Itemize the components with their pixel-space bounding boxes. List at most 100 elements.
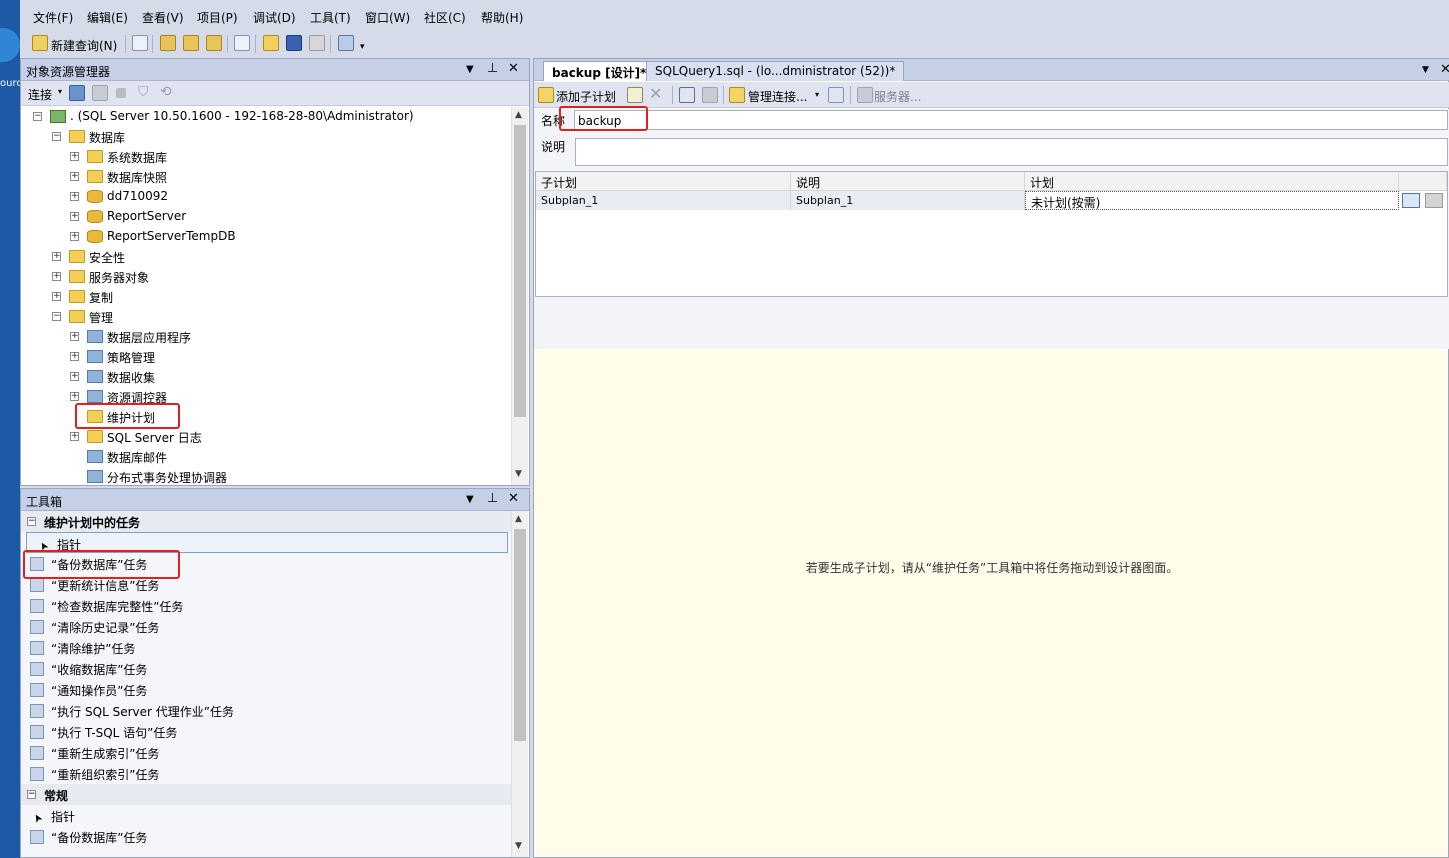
task-icon — [30, 704, 44, 718]
xmla-query-icon[interactable] — [234, 35, 250, 51]
menu-community[interactable]: 社区(C) — [424, 9, 466, 26]
remove-schedule-cell-icon[interactable] — [1425, 193, 1443, 208]
close-icon[interactable]: ✕ — [508, 61, 519, 76]
manage-connections-dropdown-icon[interactable]: ▾ — [815, 90, 819, 99]
pin-icon[interactable]: ⊥ — [487, 61, 498, 76]
open-file-icon[interactable] — [263, 35, 279, 51]
toolbox-group[interactable]: − 维护计划中的任务 — [21, 511, 511, 532]
column-subplan[interactable]: 子计划 — [536, 172, 791, 191]
description-field[interactable] — [575, 138, 1448, 166]
expand-icon[interactable]: + — [70, 232, 79, 241]
new-query-button[interactable]: 新建查询(N) — [51, 37, 117, 54]
scroll-thumb[interactable] — [514, 125, 526, 417]
object-explorer-toolbar: 连接 ▾ ⛉ ⟲ — [21, 81, 529, 106]
stop-icon[interactable] — [116, 88, 126, 98]
dmx-query-icon[interactable] — [206, 35, 222, 51]
menu-file[interactable]: 文件(F) — [33, 9, 73, 26]
tab-backup-design[interactable]: backup [设计]* — [543, 61, 656, 81]
manage-connections-button[interactable]: 管理连接... — [748, 88, 807, 105]
expand-icon[interactable]: + — [70, 332, 79, 341]
scroll-thumb[interactable] — [514, 529, 526, 741]
expand-icon[interactable]: + — [70, 372, 79, 381]
toolbox-item-label: “清除维护”任务 — [51, 642, 136, 656]
close-icon[interactable]: ✕ — [508, 491, 519, 506]
object-tree-scrollbar[interactable]: ▲ ▼ — [511, 107, 528, 485]
expand-icon[interactable]: + — [70, 152, 79, 161]
connect-icon[interactable] — [69, 85, 85, 101]
subplan-schedule-icon[interactable] — [679, 87, 695, 103]
expand-icon[interactable]: + — [70, 172, 79, 181]
activity-monitor-icon[interactable] — [338, 35, 354, 51]
menu-edit[interactable]: 编辑(E) — [87, 9, 128, 26]
toolbox-item[interactable]: “备份数据库”任务 — [21, 826, 511, 847]
column-schedule[interactable]: 计划 — [1025, 172, 1399, 191]
menu-view[interactable]: 查看(V) — [142, 9, 184, 26]
toolbox-item[interactable]: “收缩数据库”任务 — [21, 658, 511, 679]
menu-project[interactable]: 项目(P) — [197, 9, 238, 26]
scroll-down-icon[interactable]: ▼ — [515, 841, 522, 851]
toolbox-item[interactable]: ➤ 指针 — [21, 805, 511, 826]
cell-subplan-name[interactable]: Subplan_1 — [536, 191, 791, 210]
close-document-icon[interactable]: ✕ — [1440, 62, 1449, 77]
expand-icon[interactable]: + — [52, 272, 61, 281]
collapse-icon[interactable]: − — [52, 132, 61, 141]
scroll-up-icon[interactable]: ▲ — [515, 110, 522, 120]
expand-icon[interactable]: + — [52, 252, 61, 261]
pane-dropdown-icon[interactable]: ▼ — [466, 64, 474, 75]
pin-icon[interactable]: ⊥ — [487, 491, 498, 506]
toolbox-item[interactable]: “执行 T-SQL 语句”任务 — [21, 721, 511, 742]
save-icon[interactable] — [286, 35, 302, 51]
toolbar-overflow-icon[interactable]: ▾ — [360, 42, 365, 52]
subplan-properties-icon[interactable] — [627, 87, 643, 103]
reporting-logging-icon[interactable] — [828, 87, 844, 103]
expand-icon[interactable]: + — [70, 392, 79, 401]
collapse-icon[interactable]: − — [27, 517, 36, 526]
toolbox-item[interactable]: “检查数据库完整性”任务 — [21, 595, 511, 616]
menu-tools[interactable]: 工具(T) — [310, 9, 351, 26]
cell-subplan-description[interactable]: Subplan_1 — [791, 191, 1025, 210]
tab-list-dropdown-icon[interactable]: ▼ — [1422, 65, 1429, 75]
new-file-icon[interactable] — [132, 35, 148, 51]
database-query-icon[interactable] — [160, 35, 176, 51]
toolbox-item[interactable]: “重新生成索引”任务 — [21, 742, 511, 763]
toolbox-group[interactable]: − 常规 — [21, 784, 511, 805]
connect-dropdown-icon[interactable]: ▾ — [58, 87, 62, 96]
disconnect-icon[interactable] — [92, 85, 108, 101]
menu-help[interactable]: 帮助(H) — [481, 9, 523, 26]
scroll-down-icon[interactable]: ▼ — [515, 469, 522, 479]
expand-icon[interactable]: + — [70, 212, 79, 221]
add-subplan-button[interactable]: 添加子计划 — [556, 88, 616, 105]
tab-sqlquery1[interactable]: SQLQuery1.sql - (lo...dministrator (52))… — [646, 61, 905, 81]
column-description[interactable]: 说明 — [791, 172, 1025, 191]
connect-button[interactable]: 连接 — [28, 86, 52, 103]
expand-icon[interactable]: + — [70, 192, 79, 201]
mdx-query-icon[interactable] — [183, 35, 199, 51]
toolbox-item[interactable]: “执行 SQL Server 代理作业”任务 — [21, 700, 511, 721]
expand-icon[interactable]: + — [70, 352, 79, 361]
toolbox-scrollbar[interactable]: ▲ ▼ — [511, 511, 528, 857]
menu-debug[interactable]: 调试(D) — [253, 9, 296, 26]
toolbox-item[interactable]: “清除维护”任务 — [21, 637, 511, 658]
menu-window[interactable]: 窗口(W) — [365, 9, 410, 26]
collapse-icon[interactable]: − — [52, 312, 61, 321]
highlight-backup-task — [23, 550, 180, 579]
pane-dropdown-icon[interactable]: ▼ — [466, 494, 474, 505]
collapse-icon[interactable]: − — [27, 790, 36, 799]
refresh-icon[interactable]: ⟲ — [160, 84, 172, 100]
remove-schedule-icon[interactable] — [702, 87, 718, 103]
toolbox-item[interactable]: “清除历史记录”任务 — [21, 616, 511, 637]
print-icon[interactable] — [309, 35, 325, 51]
toolbox-item[interactable]: “重新组织索引”任务 — [21, 763, 511, 784]
expand-icon[interactable]: + — [70, 432, 79, 441]
calendar-icon[interactable] — [1402, 193, 1420, 208]
filter-icon[interactable]: ⛉ — [138, 84, 149, 100]
servers-button[interactable]: 服务器... — [874, 88, 921, 105]
expand-icon[interactable]: + — [52, 292, 61, 301]
cell-subplan-schedule[interactable]: 未计划(按需) — [1025, 191, 1399, 210]
delete-subplan-icon[interactable]: ✕ — [649, 84, 662, 103]
name-field[interactable]: backup — [574, 110, 1448, 130]
gear-icon — [87, 390, 103, 403]
collapse-icon[interactable]: − — [33, 112, 42, 121]
scroll-up-icon[interactable]: ▲ — [515, 514, 522, 524]
toolbox-item[interactable]: “通知操作员”任务 — [21, 679, 511, 700]
